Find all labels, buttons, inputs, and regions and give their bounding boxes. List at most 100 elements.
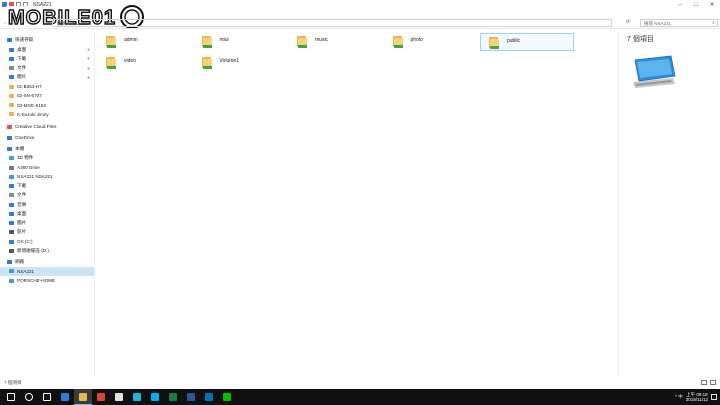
navigation-buttons: ← → ⌄ ↑ bbox=[0, 20, 29, 26]
nav-item-label: 影片 bbox=[17, 229, 27, 235]
shared-folder-icon bbox=[297, 35, 307, 48]
maximize-button[interactable]: □ bbox=[688, 0, 704, 9]
nav-item-label: 快速存取 bbox=[15, 37, 34, 43]
notification-icon[interactable] bbox=[711, 394, 717, 400]
large-icons-view-icon[interactable] bbox=[710, 380, 716, 385]
disk-icon bbox=[9, 239, 14, 244]
search-placeholder: 搜尋 NSA221 bbox=[644, 21, 672, 26]
nav-item[interactable]: PORSCHE-HOME bbox=[0, 276, 94, 285]
item-count: 7 個項目 bbox=[627, 36, 654, 43]
navigation-pane: 快速存取 桌面 ✦ 下載 ✦ 文件 ✦ 圖片 ✦ 01-B353-H7 02-SN-6707 03-M… bbox=[0, 32, 95, 377]
nav-item-label: 網路 bbox=[15, 259, 25, 264]
start-button[interactable] bbox=[2, 389, 20, 405]
skype-icon bbox=[151, 393, 159, 401]
star-icon bbox=[7, 38, 12, 43]
excel-button[interactable] bbox=[164, 389, 182, 405]
nav-item[interactable]: 3D 物件 bbox=[0, 154, 94, 163]
nav-item-label: 文件 bbox=[17, 65, 27, 70]
photos-button[interactable] bbox=[110, 389, 128, 405]
nav-item[interactable]: 新增磁碟區 (D:) bbox=[0, 247, 94, 256]
chrome-button[interactable] bbox=[92, 389, 110, 405]
ai-button[interactable] bbox=[128, 389, 146, 405]
clock[interactable]: 上午 09:18 2019/11/12 bbox=[686, 392, 708, 403]
nav-item[interactable]: 快速存取 bbox=[0, 36, 94, 45]
refresh-icon[interactable]: ⟳ bbox=[626, 19, 630, 25]
pin-icon: ✦ bbox=[86, 56, 90, 62]
nav-item[interactable]: NSA221 NSA221 bbox=[0, 173, 94, 182]
up-icon[interactable]: ↑ bbox=[26, 20, 29, 26]
folder-icon bbox=[9, 93, 14, 98]
desktop-icon bbox=[9, 211, 14, 216]
nav-item[interactable]: 音樂 bbox=[0, 200, 94, 209]
edge-button[interactable] bbox=[56, 389, 74, 405]
nav-item-label: A360 Drive bbox=[17, 165, 40, 170]
nav-item[interactable]: A360 Drive bbox=[0, 163, 94, 172]
pin-icon: ✦ bbox=[86, 74, 90, 80]
file-name: miui bbox=[219, 37, 229, 43]
outlook-button[interactable] bbox=[200, 389, 218, 405]
download-icon bbox=[9, 56, 14, 61]
nav-item[interactable]: 文件 bbox=[0, 191, 94, 200]
nav-item-label: 圖片 bbox=[17, 220, 27, 225]
nav-item[interactable]: 影片 bbox=[0, 228, 94, 237]
video-icon bbox=[9, 230, 14, 235]
nav-item[interactable]: 文件 ✦ bbox=[0, 64, 94, 73]
nav-item[interactable]: 本機 bbox=[0, 145, 94, 154]
nav-item[interactable]: OneDrive bbox=[0, 134, 94, 143]
nav-item[interactable]: 03-MGE-5153 bbox=[0, 101, 94, 110]
nav-item[interactable]: Creative Cloud Files bbox=[0, 122, 94, 131]
network-drive-icon bbox=[9, 174, 14, 179]
close-button[interactable]: ✕ bbox=[704, 0, 720, 9]
file-item[interactable]: public bbox=[480, 33, 574, 51]
file-explorer-button[interactable] bbox=[74, 389, 92, 405]
shared-folder-icon bbox=[106, 56, 116, 69]
address-bar[interactable]: 網路 > NSA221 bbox=[52, 19, 612, 27]
nav-item[interactable]: 桌面 bbox=[0, 210, 94, 219]
nav-item[interactable]: 網路 bbox=[0, 258, 94, 267]
search-input[interactable]: 搜尋 NSA221 ⌕ bbox=[640, 19, 718, 27]
nav-item-label: 01-B353-H7 bbox=[17, 84, 42, 89]
forward-icon[interactable]: → bbox=[11, 20, 16, 26]
nav-item[interactable]: 下載 bbox=[0, 182, 94, 191]
details-view-icon[interactable] bbox=[701, 380, 707, 385]
nav-item[interactable]: OS (C:) bbox=[0, 237, 94, 246]
line-button[interactable] bbox=[218, 389, 236, 405]
tray-overflow-icon[interactable]: ^ 中 bbox=[675, 394, 683, 400]
nav-item[interactable]: 下載 ✦ bbox=[0, 55, 94, 64]
task-view-button[interactable] bbox=[38, 389, 56, 405]
music-icon bbox=[9, 202, 14, 207]
file-item[interactable]: Volume1 bbox=[194, 54, 288, 72]
file-item[interactable]: miui bbox=[194, 33, 288, 51]
nav-item[interactable]: 02-SN-6707 bbox=[0, 92, 94, 101]
nav-item[interactable]: 圖片 ✦ bbox=[0, 73, 94, 82]
picture-icon bbox=[9, 221, 14, 225]
file-item[interactable]: video bbox=[98, 54, 192, 72]
minimize-button[interactable]: – bbox=[672, 0, 688, 9]
desktop-icon bbox=[9, 47, 14, 52]
nav-item-label: 下載 bbox=[17, 183, 27, 188]
file-item[interactable]: admin bbox=[98, 33, 192, 51]
file-item[interactable]: music bbox=[289, 33, 383, 51]
nav-item[interactable]: 圖片 bbox=[0, 219, 94, 228]
nav-item-label: Creative Cloud Files bbox=[15, 124, 57, 129]
file-item[interactable]: photo bbox=[385, 33, 479, 51]
nav-item[interactable]: 桌面 ✦ bbox=[0, 45, 94, 54]
search-button[interactable] bbox=[20, 389, 38, 405]
file-name: video bbox=[124, 58, 136, 64]
nav-item[interactable]: 01-B353-H7 bbox=[0, 82, 94, 91]
search-icon: ⌕ bbox=[712, 20, 715, 26]
nav-item[interactable]: NSA221 bbox=[0, 267, 94, 276]
window-controls: – □ ✕ bbox=[672, 0, 720, 9]
nav-item-label: K-Suzuki Jimny bbox=[17, 111, 49, 117]
word-button[interactable] bbox=[182, 389, 200, 405]
excel-icon bbox=[169, 393, 177, 401]
nav-item[interactable]: K-Suzuki Jimny bbox=[0, 110, 94, 119]
taskbar: ^ 中 上午 09:18 2019/11/12 bbox=[0, 389, 720, 405]
nav-item-label: NSA221 bbox=[17, 268, 35, 274]
nav-item-label: 文件 bbox=[17, 192, 27, 198]
nav-item-label: 圖片 bbox=[17, 74, 27, 80]
computer-icon bbox=[7, 147, 12, 151]
recent-locations-icon[interactable]: ⌄ bbox=[19, 20, 23, 26]
back-icon[interactable]: ← bbox=[3, 20, 8, 26]
skype-button[interactable] bbox=[146, 389, 164, 405]
